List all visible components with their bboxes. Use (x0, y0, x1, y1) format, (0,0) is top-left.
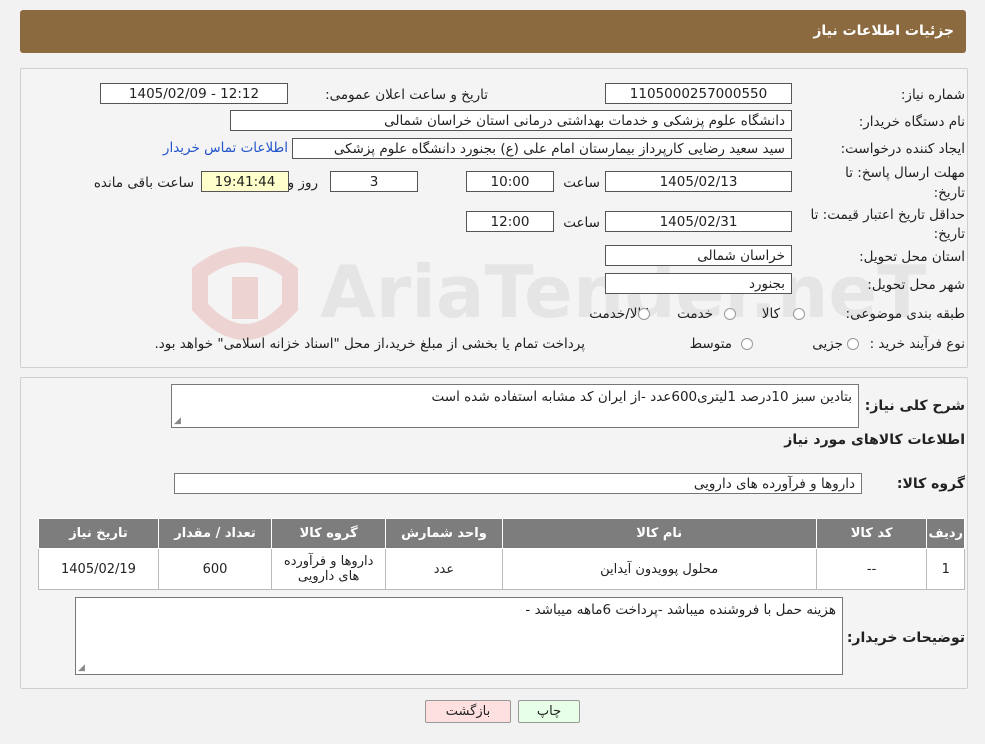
validity-time-field: 12:00 (466, 211, 554, 232)
days-field: 3 (330, 171, 418, 192)
col-qty-header: تعداد / مقدار (157, 518, 273, 549)
category-option-both-radio[interactable] (638, 308, 650, 320)
process-option-medium-label: متوسط (689, 336, 732, 352)
cell-name: محلول پوویدون آیداین (501, 548, 817, 590)
remaining-time-field: 19:41:44 (201, 171, 289, 192)
group-field: داروها و فرآورده های دارویی (174, 473, 862, 494)
deadline-date-field: 1405/02/13 (605, 171, 792, 192)
buyer-field: دانشگاه علوم پزشکی و خدمات بهداشتی درمان… (230, 110, 792, 131)
group-label: گروه کالا: (896, 476, 965, 492)
creator-field: سید سعید رضایی کارپرداز بیمارستان امام ع… (292, 138, 792, 159)
process-note: پرداخت تمام یا بخشی از مبلغ خرید،از محل … (154, 336, 585, 352)
creator-label: ایجاد کننده درخواست: (840, 141, 965, 157)
notes-text: هزینه حمل با فروشنده میباشد -پرداخت 6ماه… (525, 602, 836, 618)
announce-field: 1405/02/09 - 12:12 (100, 83, 288, 104)
notes-textarea: هزینه حمل با فروشنده میباشد -پرداخت 6ماه… (75, 597, 843, 675)
cell-date: 1405/02/19 (38, 548, 159, 590)
items-table: ردیف کد کالا نام کالا واحد شمارش گروه کا… (38, 518, 965, 590)
resize-grip-icon: ◢ (174, 416, 181, 426)
city-label: شهر محل تحویل: (867, 277, 965, 293)
process-label: نوع فرآیند خرید : (869, 336, 965, 352)
page-title: جزئیات اطلاعات نیاز (813, 23, 954, 39)
category-label: طبقه بندی موضوعی: (845, 306, 965, 322)
table-header-row: ردیف کد کالا نام کالا واحد شمارش گروه کا… (38, 518, 965, 549)
cell-qty: 600 (157, 548, 273, 590)
cell-group: داروها و فرآورده های دارویی (271, 548, 387, 590)
notes-label: توضیحات خریدار: (846, 630, 965, 646)
validity-time-label: ساعت (563, 215, 600, 231)
cell-code: -- (815, 548, 928, 590)
need-number-label: شماره نیاز: (900, 87, 965, 103)
summary-textarea: بتادین سبز 10درصد 1لیتری600عدد -از ایران… (171, 384, 859, 428)
announce-label: تاریخ و ساعت اعلان عمومی: (325, 87, 488, 103)
resize-grip-icon: ◢ (78, 663, 85, 673)
category-option-service-label: خدمت (677, 306, 713, 322)
deadline-time-label: ساعت (563, 175, 600, 191)
page-header: جزئیات اطلاعات نیاز (20, 10, 966, 53)
validity-date-field: 1405/02/31 (605, 211, 792, 232)
category-option-goods-radio[interactable] (793, 308, 805, 320)
deadline-label: مهلت ارسال پاسخ: تا (845, 165, 965, 181)
cell-unit: عدد (385, 548, 503, 590)
validity-label-line2: تاریخ: (933, 226, 965, 242)
col-code-header: کد کالا (815, 518, 928, 549)
cell-index: 1 (926, 548, 965, 590)
process-option-minor-radio[interactable] (847, 338, 859, 350)
process-option-minor-label: جزیی (812, 336, 843, 352)
print-button[interactable]: چاپ (518, 700, 580, 723)
validity-label: حداقل تاریخ اعتبار قیمت: تا (810, 207, 965, 223)
table-row: 1 -- محلول پوویدون آیداین عدد داروها و ف… (38, 548, 965, 590)
col-index-header: ردیف (926, 518, 965, 549)
days-label: روز و (287, 175, 318, 191)
remaining-label: ساعت باقی مانده (93, 175, 194, 191)
process-option-medium-radio[interactable] (741, 338, 753, 350)
items-title: اطلاعات کالاهای مورد نیاز (784, 432, 965, 448)
summary-text: بتادین سبز 10درصد 1لیتری600عدد -از ایران… (431, 389, 852, 405)
deadline-label-line2: تاریخ: (933, 185, 965, 201)
category-option-service-radio[interactable] (724, 308, 736, 320)
buyer-label: نام دستگاه خریدار: (858, 114, 965, 130)
need-number-field: 1105000257000550 (605, 83, 792, 104)
col-group-header: گروه کالا (271, 518, 387, 549)
back-button[interactable]: بازگشت (425, 700, 511, 723)
deadline-time-field: 10:00 (466, 171, 554, 192)
col-unit-header: واحد شمارش (385, 518, 503, 549)
city-field: بجنورد (605, 273, 792, 294)
col-name-header: نام کالا (501, 518, 817, 549)
province-field: خراسان شمالی (605, 245, 792, 266)
col-date-header: تاریخ نیاز (38, 518, 159, 549)
summary-label: شرح کلی نیاز: (864, 398, 965, 414)
buyer-contact-link[interactable]: اطلاعات تماس خریدار (163, 140, 288, 156)
province-label: استان محل تحویل: (859, 249, 965, 265)
category-option-goods-label: کالا (761, 306, 780, 322)
